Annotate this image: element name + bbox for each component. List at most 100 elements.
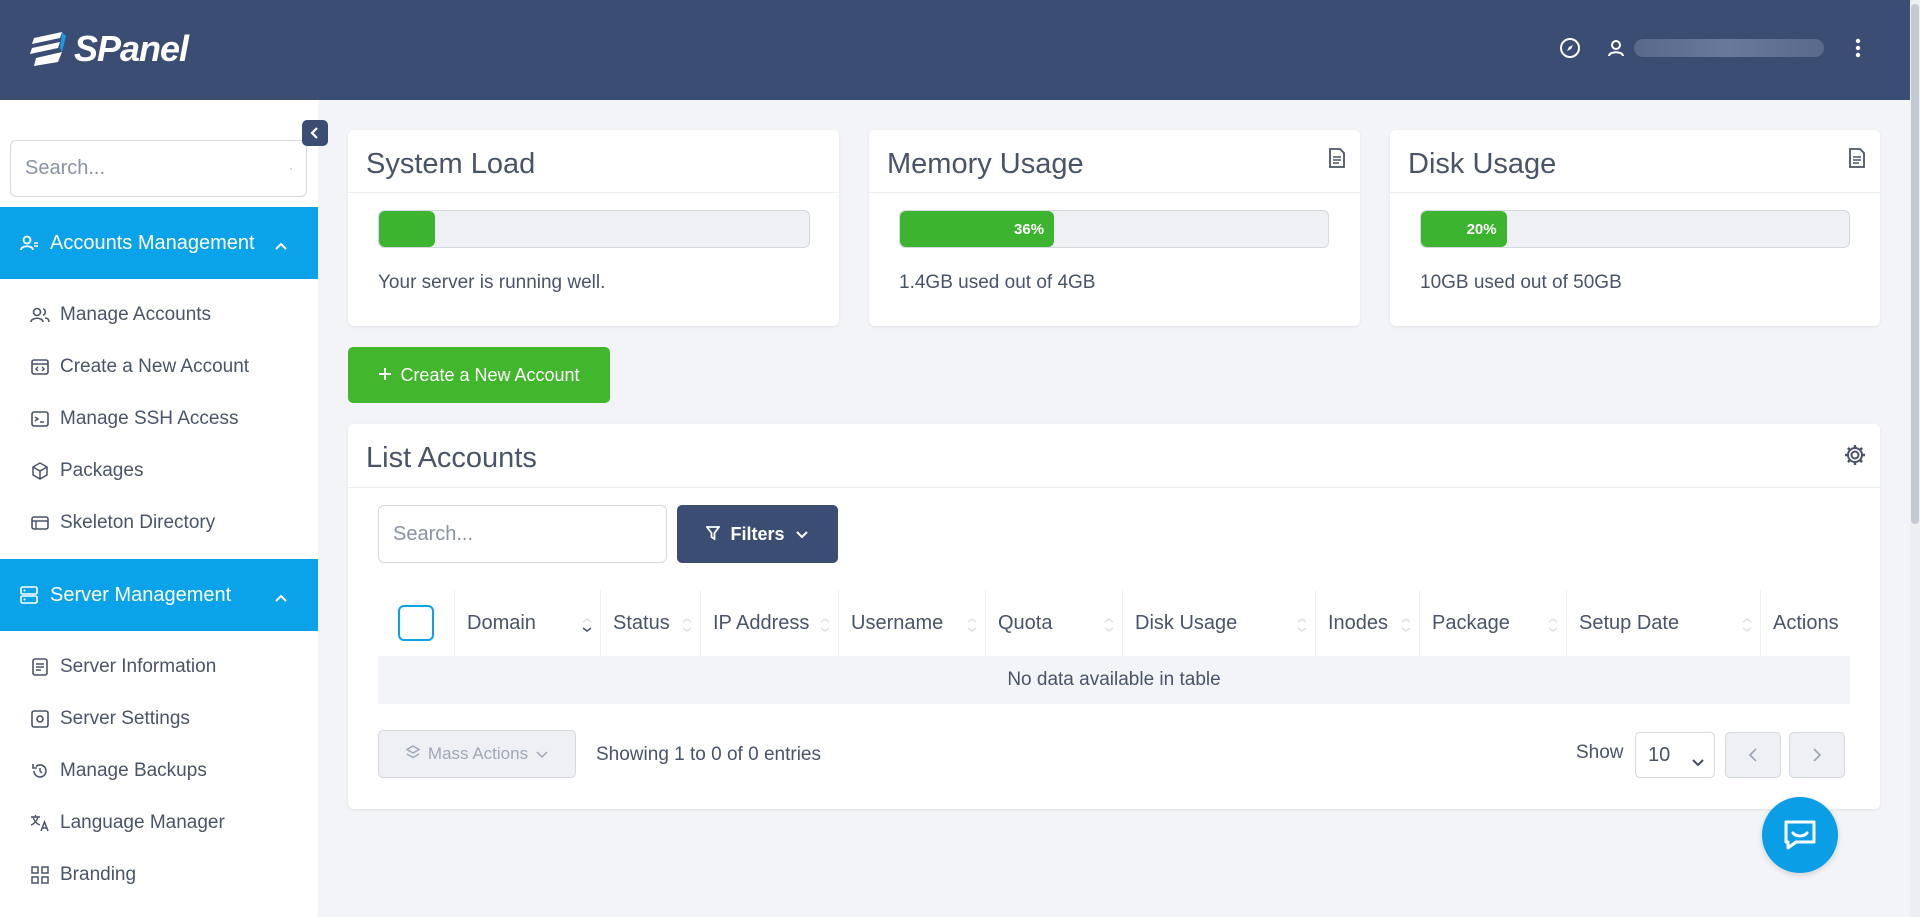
card-divider	[348, 487, 1880, 488]
sidebar-collapse-button[interactable]	[302, 120, 328, 146]
sort-desc-icon	[582, 615, 592, 638]
system-load-card: System Load Your server is running well.	[348, 130, 839, 326]
sort-icon	[1548, 615, 1558, 638]
sort-icon	[820, 615, 830, 638]
column-label: Domain	[467, 611, 536, 634]
memory-progress-fill: 36%	[900, 211, 1055, 247]
table-empty-row: No data available in table	[378, 656, 1850, 704]
compass-icon[interactable]	[1558, 36, 1582, 60]
memory-status: 1.4GB used out of 4GB	[899, 272, 1096, 293]
sidebar-item-manage-backups[interactable]: Manage Backups	[30, 756, 207, 786]
chevron-down-icon	[795, 524, 809, 545]
list-accounts-card: List Accounts Filters Domain Status IP A…	[348, 424, 1880, 809]
chevron-up-icon	[274, 234, 288, 257]
filters-button[interactable]: Filters	[677, 505, 838, 563]
mass-actions-label: Mass Actions	[427, 744, 529, 763]
top-bar: SPanel	[0, 0, 1910, 100]
sidebar-item-server-settings[interactable]: Server Settings	[30, 704, 190, 734]
mass-actions-button[interactable]: Mass Actions	[378, 730, 576, 778]
memory-progress: 36%	[899, 210, 1329, 248]
server-icon	[20, 586, 42, 604]
chevron-left-icon	[1748, 748, 1757, 762]
kebab-menu-icon[interactable]	[1846, 36, 1870, 60]
code-window-icon	[30, 358, 50, 376]
create-account-button[interactable]: Create a New Account	[348, 347, 610, 403]
document-icon[interactable]	[1848, 148, 1866, 173]
sidebar-item-label: Language Manager	[60, 812, 225, 833]
card-title: System Load	[366, 148, 536, 180]
next-page-button[interactable]	[1789, 732, 1845, 778]
card-title: Memory Usage	[887, 148, 1084, 180]
sidebar-item-manage-ssh[interactable]: Manage SSH Access	[30, 404, 238, 434]
column-disk-usage[interactable]: Disk Usage	[1122, 590, 1315, 656]
previous-page-button[interactable]	[1725, 732, 1781, 778]
sidebar-item-create-account[interactable]: Create a New Account	[30, 352, 249, 382]
show-label: Show	[1576, 742, 1624, 763]
sort-icon	[967, 615, 977, 638]
history-icon	[30, 762, 50, 780]
column-inodes[interactable]: Inodes	[1315, 590, 1419, 656]
system-load-status: Your server is running well.	[378, 272, 606, 293]
box-icon	[30, 462, 50, 480]
list-search-input[interactable]	[393, 522, 658, 546]
column-label: IP Address	[713, 611, 810, 634]
column-setup-date[interactable]: Setup Date	[1566, 590, 1760, 656]
card-title: List Accounts	[366, 442, 537, 474]
sidebar-item-manage-accounts[interactable]: Manage Accounts	[30, 300, 211, 330]
scrollbar-thumb[interactable]	[1911, 4, 1919, 524]
sort-icon	[1104, 615, 1114, 638]
table-header: Domain Status IP Address Username Quota …	[378, 590, 1850, 656]
sidebar-item-language-manager[interactable]: Language Manager	[30, 808, 225, 838]
user-menu[interactable]	[1604, 36, 1824, 60]
disk-usage-card: Disk Usage 20% 10GB used out of 50GB	[1390, 130, 1880, 326]
sidebar-item-skeleton-directory[interactable]: Skeleton Directory	[30, 508, 215, 538]
column-username[interactable]: Username	[838, 590, 985, 656]
create-account-label: Create a New Account	[400, 364, 580, 385]
pagination-info: Showing 1 to 0 of 0 entries	[596, 744, 821, 765]
document-icon[interactable]	[1328, 148, 1346, 173]
card-divider	[869, 192, 1360, 193]
sidebar-item-packages[interactable]: Packages	[30, 456, 143, 486]
sidebar-item-label: Skeleton Directory	[60, 512, 216, 533]
section-title: Server Management	[50, 583, 232, 606]
logo-text: SPanel	[74, 28, 189, 69]
sidebar-item-server-information[interactable]: Server Information	[30, 652, 216, 682]
select-all-checkbox[interactable]	[398, 605, 434, 641]
page-scrollbar[interactable]	[1910, 0, 1920, 917]
card-divider	[348, 192, 839, 193]
section-server-management[interactable]: Server Management	[0, 559, 318, 631]
terminal-icon	[30, 410, 50, 428]
accounts-icon	[20, 234, 42, 252]
search-icon[interactable]	[290, 160, 292, 178]
system-load-progress	[378, 210, 810, 248]
disk-progress-fill: 20%	[1421, 211, 1507, 247]
sidebar-search-input[interactable]	[25, 157, 290, 180]
column-label: Username	[851, 611, 944, 634]
page-size-select[interactable]: 10	[1635, 732, 1715, 778]
logo[interactable]: SPanel	[28, 28, 189, 70]
chat-support-button[interactable]	[1762, 797, 1838, 873]
filters-label: Filters	[730, 523, 785, 544]
document-icon	[30, 658, 50, 676]
section-accounts-management[interactable]: Accounts Management	[0, 207, 318, 279]
spanel-logo-icon	[30, 32, 66, 66]
plus-icon	[378, 365, 392, 386]
column-domain[interactable]: Domain	[454, 590, 600, 656]
disk-progress: 20%	[1420, 210, 1850, 248]
card-divider	[1390, 192, 1880, 193]
column-package[interactable]: Package	[1419, 590, 1566, 656]
sidebar-item-branding[interactable]: Branding	[30, 860, 136, 890]
sidebar-search	[10, 140, 307, 197]
gear-icon[interactable]	[1844, 444, 1866, 471]
column-label: Status	[613, 611, 670, 634]
sort-icon	[1297, 615, 1307, 638]
sidebar-item-label: Create a New Account	[60, 356, 250, 377]
column-actions: Actions	[1760, 590, 1850, 656]
column-status[interactable]: Status	[600, 590, 700, 656]
branding-icon	[30, 866, 50, 884]
column-quota[interactable]: Quota	[985, 590, 1122, 656]
browser-window-icon	[30, 514, 50, 532]
column-label: Actions	[1773, 611, 1839, 634]
column-ip-address[interactable]: IP Address	[700, 590, 838, 656]
layers-icon	[405, 744, 421, 764]
